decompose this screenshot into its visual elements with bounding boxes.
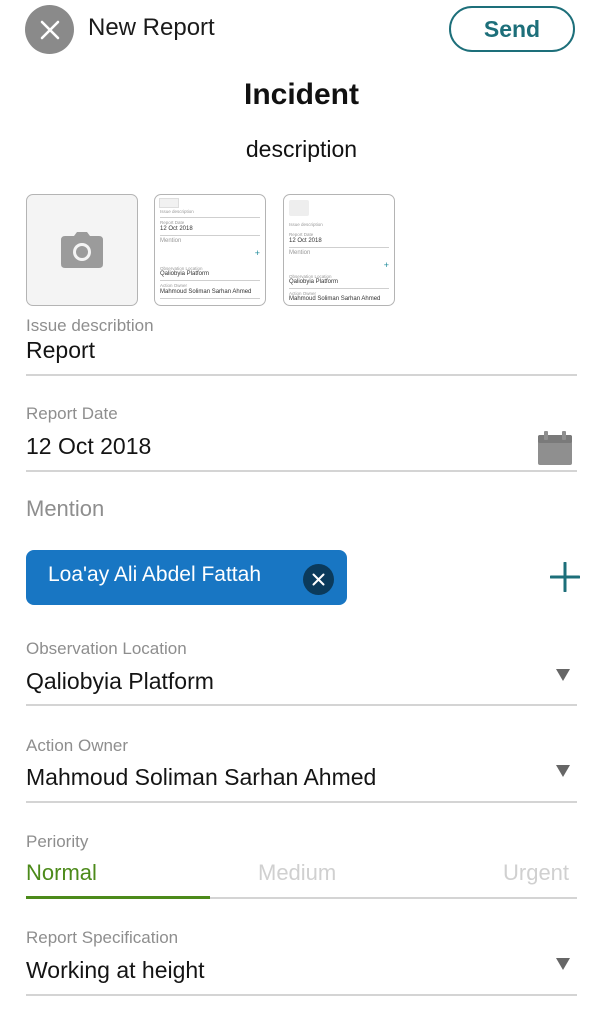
add-photo-button[interactable] — [26, 194, 138, 306]
report-specification-select[interactable]: Working at height — [26, 957, 205, 984]
send-button[interactable]: Send — [449, 6, 575, 52]
divider — [26, 801, 577, 803]
remove-mention-button[interactable] — [303, 564, 334, 595]
chevron-down-icon[interactable] — [556, 669, 570, 681]
chevron-down-icon[interactable] — [556, 765, 570, 777]
camera-icon — [61, 232, 103, 268]
priority-option-urgent[interactable]: Urgent — [503, 860, 569, 886]
observation-location-select[interactable]: Qaliobyia Platform — [26, 668, 214, 695]
divider — [26, 470, 577, 472]
priority-label: Periority — [26, 832, 89, 851]
chevron-down-icon[interactable] — [556, 958, 570, 970]
calendar-icon[interactable] — [538, 431, 572, 465]
observation-location-label: Observation Location — [26, 639, 187, 658]
priority-option-medium[interactable]: Medium — [258, 860, 336, 886]
attachment-thumbnail[interactable]: Issue description Report Date 12 Oct 201… — [283, 194, 395, 306]
close-icon — [312, 573, 325, 586]
mention-label: Mention — [26, 496, 105, 521]
report-type-title: Incident — [243, 78, 359, 111]
issue-description-label: Issue describtion — [26, 316, 154, 335]
divider — [26, 704, 577, 706]
divider — [26, 374, 577, 376]
issue-description-input[interactable]: Report — [26, 337, 95, 364]
report-date-label: Report Date — [26, 404, 118, 423]
priority-selected-indicator — [26, 896, 210, 899]
report-specification-label: Report Specification — [26, 928, 179, 947]
report-date-input[interactable]: 12 Oct 2018 — [26, 433, 151, 460]
report-subtitle: description — [245, 136, 358, 162]
close-button[interactable] — [25, 5, 74, 54]
mention-chip: Loa'ay Ali Abdel Fattah — [26, 550, 347, 605]
action-owner-select[interactable]: Mahmoud Soliman Sarhan Ahmed — [26, 764, 376, 791]
header-title: New Report — [88, 14, 215, 41]
add-mention-icon[interactable] — [550, 562, 580, 592]
attachment-thumbnail[interactable]: Issue description Report Date 12 Oct 201… — [154, 194, 266, 306]
close-icon — [40, 20, 59, 39]
mention-chip-label: Loa'ay Ali Abdel Fattah — [48, 563, 261, 586]
divider — [26, 994, 577, 996]
priority-option-normal[interactable]: Normal — [26, 860, 97, 886]
action-owner-label: Action Owner — [26, 736, 129, 755]
